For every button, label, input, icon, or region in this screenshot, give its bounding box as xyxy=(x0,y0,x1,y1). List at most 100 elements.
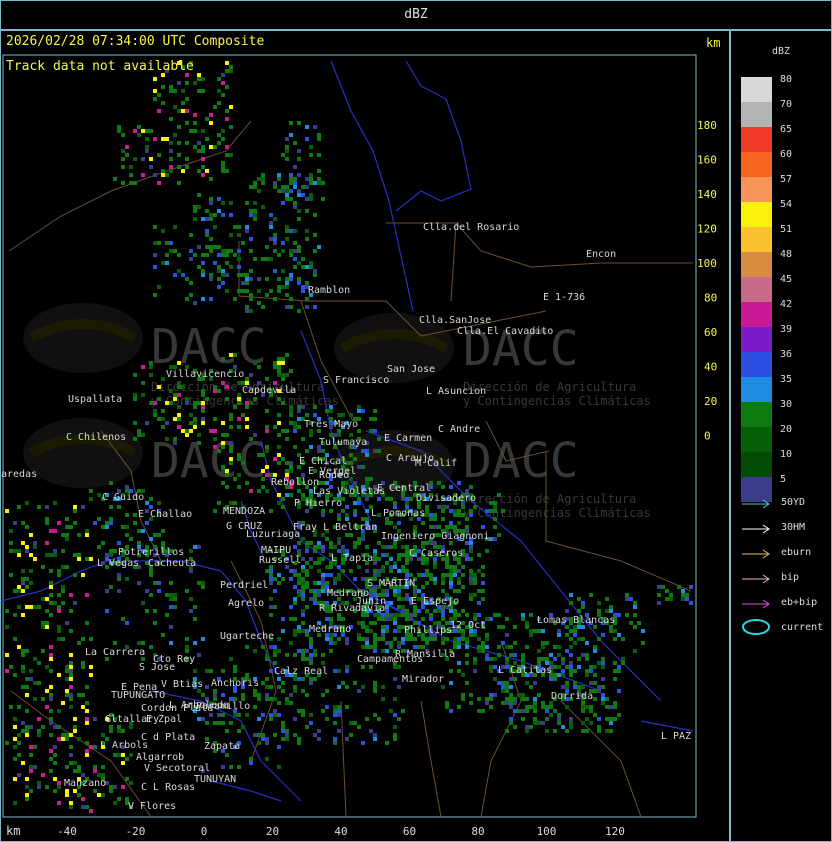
legend-swatch xyxy=(741,277,772,302)
y-tick-label: 40 xyxy=(704,361,717,374)
track-legend-label: bip xyxy=(781,572,800,583)
legend-swatch xyxy=(741,452,772,477)
legend-label: 65 xyxy=(780,124,793,135)
dacc-logo-3 xyxy=(23,418,143,488)
y-tick-label: 140 xyxy=(697,188,717,201)
place-label: Clla.del Rosario xyxy=(423,222,519,233)
place-label: Uspallata xyxy=(68,394,122,405)
arrow-icon xyxy=(742,524,770,534)
track-legend-label: eb+bip xyxy=(781,597,818,608)
place-label: Rodeo xyxy=(319,470,349,481)
y-tick-label: 80 xyxy=(704,292,717,305)
place-label: Mirador xyxy=(402,674,444,685)
place-label: Perdriel xyxy=(220,580,268,591)
place-label: TUPUNGATO xyxy=(111,690,165,701)
place-label: Algarrob xyxy=(136,752,184,763)
legend-swatch xyxy=(741,377,772,402)
track-legend-label: eburn xyxy=(781,547,812,558)
arrow-icon xyxy=(742,574,770,584)
arrow-icon xyxy=(742,549,770,559)
place-label: E Espejo xyxy=(411,596,459,607)
place-label: Anchoris xyxy=(211,678,259,689)
track-status-label: Track data not available xyxy=(6,59,194,74)
radar-map[interactable]: DACC DACC DACC DACC Dirección de Agricul… xyxy=(0,30,730,842)
track-legend-label: 50YD xyxy=(781,497,806,508)
x-axis-ticks: -40 -20 0 20 40 60 80 100 120 xyxy=(57,825,625,838)
place-label: V Flores xyxy=(128,801,176,812)
legend-label: 48 xyxy=(780,249,793,260)
place-label: E 1-736 xyxy=(543,292,585,303)
track-legend-label: current xyxy=(781,622,824,633)
track-legend-item: eb+bip xyxy=(741,597,831,611)
x-tick-label: -20 xyxy=(126,825,146,838)
place-label: C L Rosas xyxy=(141,782,195,793)
place-label: E Challao xyxy=(138,509,192,520)
watermark-logo-4: DACC xyxy=(463,433,579,489)
legend-swatch xyxy=(741,102,772,127)
place-label: Agrelo xyxy=(228,598,264,609)
y-tick-label: 0 xyxy=(704,430,711,443)
place-label: V Btias xyxy=(161,679,203,690)
place-label: Las Violetas xyxy=(313,486,385,497)
legend-swatch xyxy=(741,327,772,352)
legend-label: 57 xyxy=(780,174,793,185)
place-label: Clla.El Cavadito xyxy=(457,326,553,337)
place-label: Tulumaya xyxy=(319,437,367,448)
place-label: E Carmen xyxy=(384,433,432,444)
legend-swatch xyxy=(741,127,772,152)
ellipse-icon xyxy=(742,619,770,635)
y-tick-label: 120 xyxy=(697,223,717,236)
place-label: Zapata xyxy=(204,741,240,752)
y-axis-ticks: 180 160 140 120 100 80 60 40 20 0 xyxy=(697,119,717,443)
legend-title: dBZ xyxy=(772,46,791,57)
place-label: Cacheuta xyxy=(148,558,196,569)
place-label: Tres Mayo xyxy=(304,419,358,430)
track-legend-item: current xyxy=(741,619,831,636)
place-label: Medrano xyxy=(309,624,351,635)
x-tick-label: 20 xyxy=(266,825,279,838)
place-label: C Guido xyxy=(102,492,144,503)
dacc-logo-1 xyxy=(23,303,143,373)
legend-label: 54 xyxy=(780,199,793,210)
place-label: R Mansilla xyxy=(395,649,455,660)
place-label: La Carrera xyxy=(85,647,145,658)
place-label: Villavicencio xyxy=(166,369,244,380)
place-label: Phillips xyxy=(404,625,452,636)
legend-swatch xyxy=(741,427,772,452)
place-label: San Jose xyxy=(387,364,435,375)
legend-label: 30 xyxy=(780,399,793,410)
arrow-icon xyxy=(742,499,770,509)
place-label: E Zpal xyxy=(146,714,182,725)
track-legend-item: bip xyxy=(741,572,831,586)
place-label: L Pomonas xyxy=(371,508,425,519)
legend-swatch xyxy=(741,252,772,277)
legend-label: 51 xyxy=(780,224,793,235)
y-tick-label: 20 xyxy=(704,395,717,408)
legend-label: 10 xyxy=(780,449,793,460)
place-label: Potrerillos xyxy=(118,547,184,558)
place-label: Lomas Blancas xyxy=(537,615,615,626)
x-tick-label: 120 xyxy=(605,825,625,838)
y-tick-label: 100 xyxy=(697,257,717,270)
track-legend-label: 30HM xyxy=(781,522,806,533)
legend-swatch xyxy=(741,352,772,377)
place-label: L Asuncion xyxy=(426,386,486,397)
legend-label: 45 xyxy=(780,274,793,285)
legend-label: 70 xyxy=(780,99,793,110)
place-label: Rebollon xyxy=(271,477,319,488)
y-tick-label: 60 xyxy=(704,326,717,339)
place-label: L PAZ xyxy=(661,731,691,742)
legend-swatch xyxy=(741,177,772,202)
place-label: MENDOZA xyxy=(223,506,265,517)
legend-swatch xyxy=(741,202,772,227)
place-label: Russell xyxy=(259,555,301,566)
place-label: aredas xyxy=(1,469,37,480)
legend-label: 20 xyxy=(780,424,793,435)
km-unit-top: km xyxy=(706,36,721,50)
place-label: C Andre xyxy=(438,424,480,435)
place-label: C Chilenos xyxy=(66,432,126,443)
place-label: Encon xyxy=(586,249,616,260)
place-label: Fray L Beltran xyxy=(293,522,377,533)
place-label: L Tapia xyxy=(331,553,373,564)
legend-label: 39 xyxy=(780,324,793,335)
